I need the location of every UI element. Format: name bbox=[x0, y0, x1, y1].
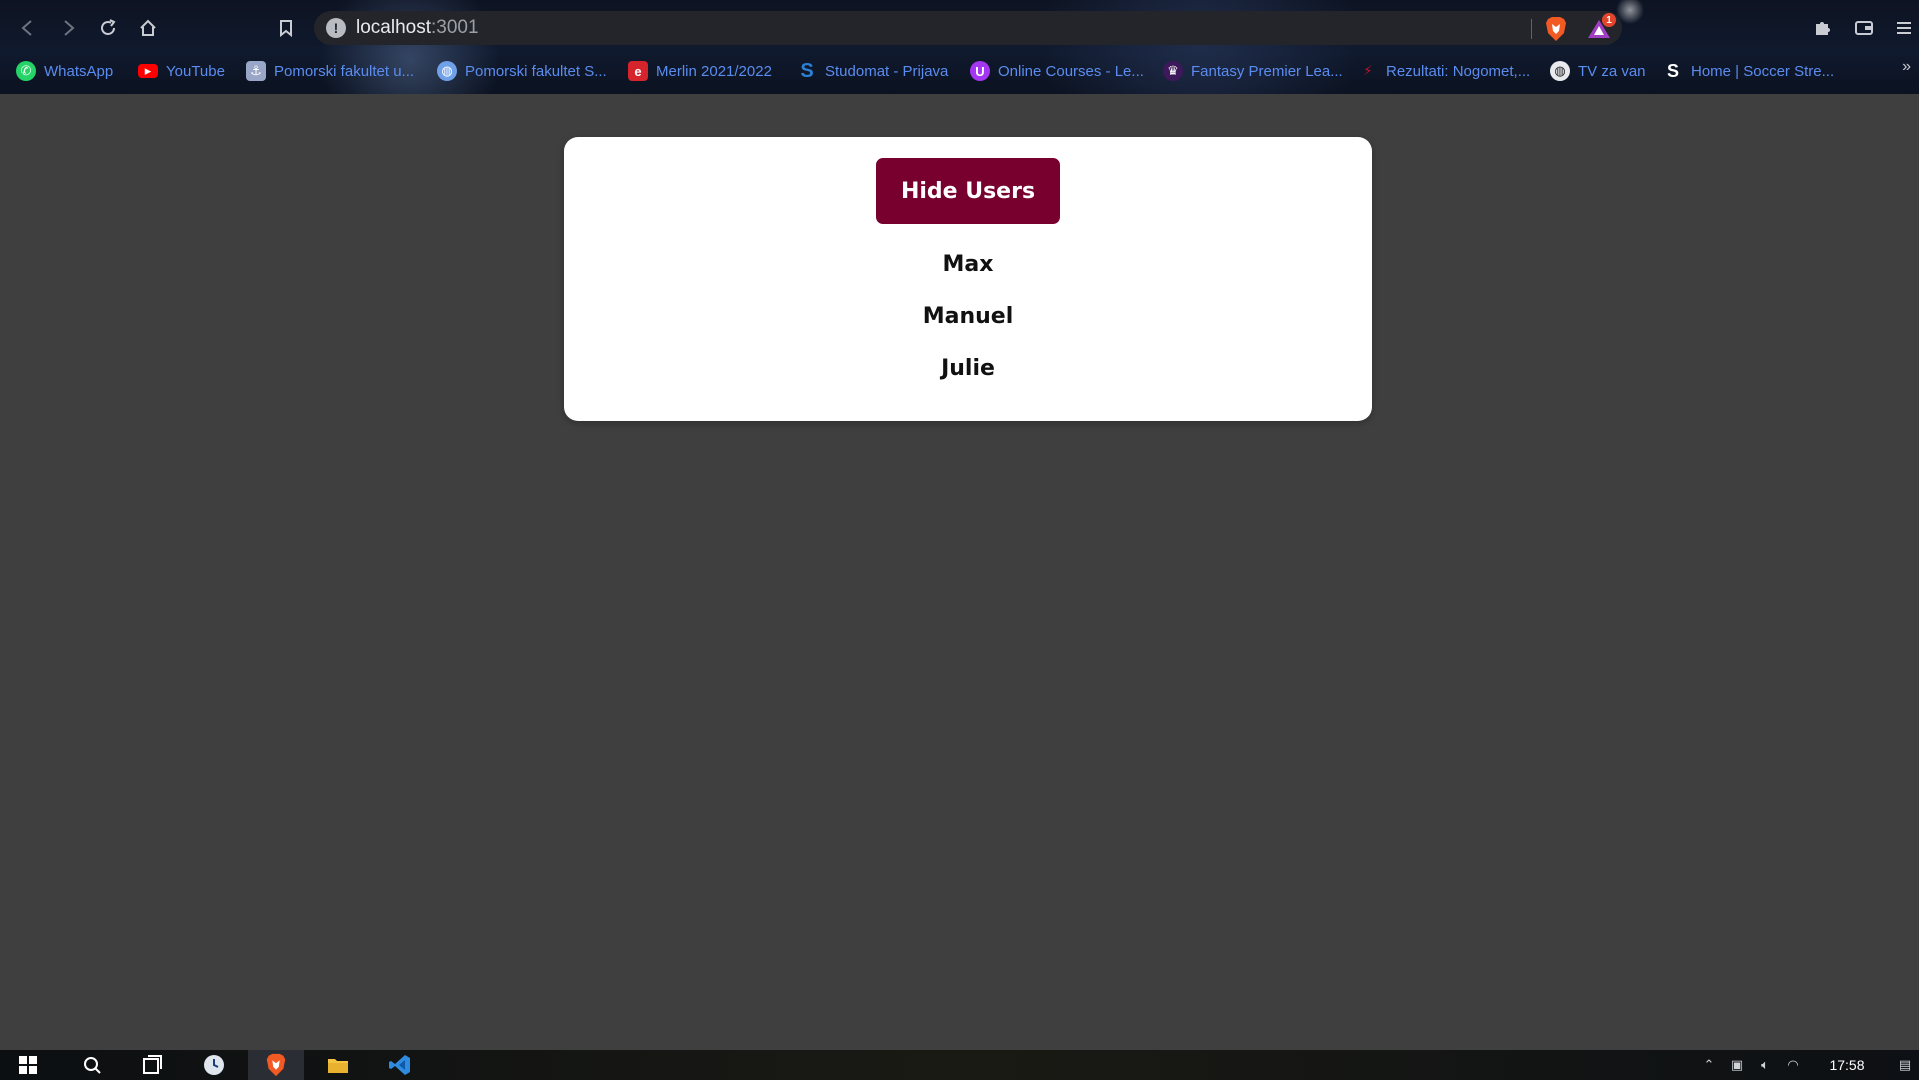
bookmark-label: Home | Soccer Stre... bbox=[1691, 62, 1835, 80]
reload-icon bbox=[101, 19, 116, 35]
bookmark-label: Pomorski fakultet u... bbox=[274, 62, 415, 80]
menu-button[interactable] bbox=[1888, 12, 1919, 44]
brave-shields-icon[interactable] bbox=[1544, 16, 1568, 42]
bookmark-label: Fantasy Premier Lea... bbox=[1191, 62, 1343, 80]
globe-icon: ◍ bbox=[437, 61, 457, 81]
folder-icon bbox=[328, 1059, 348, 1073]
bookmark-pomorski-2[interactable]: ◍ Pomorski fakultet S... bbox=[437, 58, 607, 84]
taskbar: ⌃ ▣ 🔈︎ ◠ 17:58 ▤ bbox=[0, 1050, 1919, 1080]
brave-browser-icon bbox=[266, 1053, 286, 1077]
bookmark-fantasy-premier[interactable]: ♛ Fantasy Premier Lea... bbox=[1163, 58, 1343, 84]
bookmark-icon bbox=[280, 20, 292, 38]
task-view-button[interactable] bbox=[124, 1050, 180, 1080]
bookmark-label: YouTube bbox=[166, 62, 225, 80]
youtube-icon: ▸ bbox=[138, 63, 158, 78]
task-view-icon bbox=[143, 1055, 162, 1074]
forward-button[interactable] bbox=[52, 12, 84, 44]
pomorski-icon: ⚓ bbox=[246, 61, 266, 81]
bookmark-youtube[interactable]: ▸ YouTube bbox=[138, 58, 225, 84]
notifications-icon[interactable]: ▤ bbox=[1891, 1050, 1919, 1080]
forward-arrow-icon bbox=[64, 20, 75, 36]
taskbar-clock[interactable]: 17:58 bbox=[1807, 1057, 1887, 1073]
browser-chrome: ! localhost :3001 1 ✆ WhatsApp ▸ YouTube… bbox=[0, 0, 1919, 94]
taskbar-brave-browser[interactable] bbox=[248, 1050, 304, 1080]
vscode-icon bbox=[389, 1055, 410, 1075]
taskbar-file-explorer[interactable] bbox=[310, 1050, 366, 1080]
clock-app-icon bbox=[204, 1055, 224, 1075]
studomat-icon: S bbox=[800, 59, 814, 82]
bookmark-merlin[interactable]: e Merlin 2021/2022 bbox=[628, 58, 772, 84]
bookmark-label: Studomat - Prijava bbox=[825, 62, 949, 80]
bookmark-soccer-streams[interactable]: S Home | Soccer Stre... bbox=[1663, 58, 1834, 84]
bookmarks-overflow-button[interactable]: » bbox=[1902, 58, 1911, 76]
start-button[interactable] bbox=[0, 1050, 56, 1080]
whatsapp-icon: ✆ bbox=[16, 61, 36, 81]
udemy-icon: U bbox=[970, 61, 990, 81]
bookmarks-bar: ✆ WhatsApp ▸ YouTube ⚓ Pomorski fakultet… bbox=[0, 58, 1919, 92]
back-arrow-icon bbox=[21, 20, 32, 36]
wifi-icon[interactable]: ◠ bbox=[1779, 1050, 1807, 1080]
toolbar: ! localhost :3001 1 bbox=[0, 0, 1919, 56]
home-icon bbox=[140, 19, 156, 36]
site-info-icon[interactable]: ! bbox=[326, 18, 346, 38]
page-viewport: Hide Users Max Manuel Julie bbox=[0, 94, 1919, 1050]
user-item: Max bbox=[942, 251, 994, 277]
system-tray: ⌃ ▣ 🔈︎ ◠ 17:58 ▤ bbox=[1695, 1050, 1919, 1080]
hamburger-menu-icon bbox=[1897, 22, 1911, 34]
bookmark-label: Rezultati: Nogomet,... bbox=[1386, 62, 1531, 80]
search-button[interactable] bbox=[64, 1050, 120, 1080]
puzzle-piece-icon bbox=[1816, 22, 1830, 35]
user-item: Julie bbox=[941, 355, 995, 381]
windows-logo-icon bbox=[19, 1056, 37, 1074]
merlin-icon: e bbox=[628, 61, 648, 81]
volume-icon[interactable]: 🔈︎ bbox=[1751, 1050, 1779, 1080]
wallet-button[interactable] bbox=[1848, 12, 1880, 44]
search-icon bbox=[84, 1057, 101, 1074]
taskbar-vscode[interactable] bbox=[372, 1050, 428, 1080]
rewards-badge: 1 bbox=[1602, 13, 1616, 27]
bookmark-studomat[interactable]: S Studomat - Prijava bbox=[797, 58, 948, 84]
premier-league-icon: ♛ bbox=[1163, 61, 1183, 81]
bookmark-label: Online Courses - Le... bbox=[998, 62, 1144, 80]
bookmark-label: Merlin 2021/2022 bbox=[656, 62, 772, 80]
network-device-icon[interactable]: ▣ bbox=[1723, 1050, 1751, 1080]
hide-users-button[interactable]: Hide Users bbox=[876, 158, 1060, 224]
bookmark-label: WhatsApp bbox=[44, 62, 114, 80]
user-list: Max Manuel Julie bbox=[564, 238, 1372, 394]
bookmark-whatsapp[interactable]: ✆ WhatsApp bbox=[16, 58, 113, 84]
wallet-icon bbox=[1855, 21, 1873, 35]
chevron-up-icon[interactable]: ⌃ bbox=[1695, 1050, 1723, 1080]
home-button[interactable] bbox=[132, 12, 164, 44]
bookmark-tv-za-van[interactable]: ◍ TV za van bbox=[1550, 58, 1646, 84]
flashscore-icon: ⚡ bbox=[1363, 63, 1373, 78]
bookmark-online-courses[interactable]: U Online Courses - Le... bbox=[970, 58, 1144, 84]
extensions-button[interactable] bbox=[1806, 12, 1838, 44]
address-bar[interactable]: ! localhost :3001 1 bbox=[314, 11, 1622, 45]
bookmark-button[interactable] bbox=[270, 12, 302, 44]
bookmark-label: Pomorski fakultet S... bbox=[465, 62, 607, 80]
user-item: Manuel bbox=[922, 303, 1014, 329]
reload-button[interactable] bbox=[92, 12, 124, 44]
globe-icon: ◍ bbox=[1550, 61, 1570, 81]
back-button[interactable] bbox=[12, 12, 44, 44]
taskbar-clock-app[interactable] bbox=[186, 1050, 242, 1080]
users-card: Hide Users Max Manuel Julie bbox=[564, 137, 1372, 421]
bookmark-label: TV za van bbox=[1578, 62, 1646, 80]
bookmark-rezultati[interactable]: ⚡ Rezultati: Nogomet,... bbox=[1358, 58, 1530, 84]
url-host: localhost bbox=[356, 17, 431, 38]
soccer-streams-icon: S bbox=[1666, 60, 1679, 81]
url-port: :3001 bbox=[431, 17, 479, 38]
bookmark-pomorski-1[interactable]: ⚓ Pomorski fakultet u... bbox=[246, 58, 414, 84]
address-separator bbox=[1531, 19, 1532, 39]
